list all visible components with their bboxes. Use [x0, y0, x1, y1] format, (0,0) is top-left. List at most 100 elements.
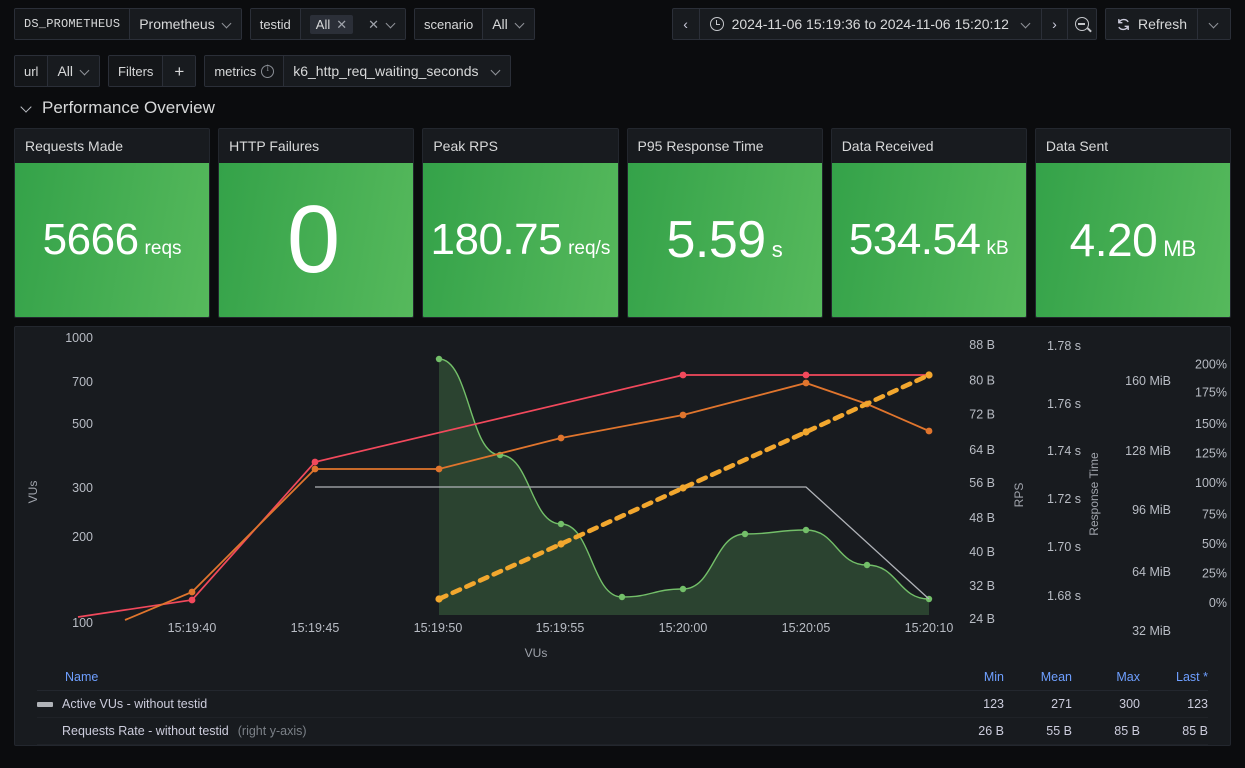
x-axis-tick: 15:20:00: [659, 621, 708, 635]
refresh-control[interactable]: Refresh: [1104, 8, 1231, 40]
y-axis-label-rps: RPS: [1012, 483, 1026, 508]
data-point-response-time: [863, 561, 871, 569]
y-axis-tick-percent: 175%: [1195, 386, 1227, 400]
datasource-variable-label: DS_PROMETHEUS: [15, 9, 131, 39]
url-variable-label: url: [15, 56, 49, 86]
scenario-variable-value[interactable]: All: [483, 9, 534, 39]
stat-panel-p95-response-time[interactable]: P95 Response Time 5.59 s: [626, 128, 823, 318]
metrics-variable-text: k6_http_req_waiting_seconds: [293, 63, 479, 79]
legend-mean-cell: 271: [1004, 690, 1072, 718]
legend-series-name-cell[interactable]: Requests Rate - without testid (right y-…: [37, 717, 936, 745]
legend-col-max[interactable]: Max: [1072, 666, 1140, 691]
x-axis-tick: 15:20:10: [905, 621, 954, 635]
data-point-orange: [311, 465, 319, 473]
row-header-performance-overview[interactable]: Performance Overview: [0, 92, 1245, 128]
stat-panel-data-received[interactable]: Data Received 534.54 kB: [830, 128, 1027, 318]
testid-selected-pill[interactable]: All ✕: [309, 14, 354, 34]
metrics-variable[interactable]: metrics k6_http_req_waiting_seconds: [204, 55, 512, 87]
stat-panel-peak-rps[interactable]: Peak RPS 180.75 req/s: [422, 128, 619, 318]
datasource-variable[interactable]: DS_PROMETHEUS Prometheus: [14, 8, 242, 40]
legend-col-mean[interactable]: Mean: [1004, 666, 1072, 691]
stat-panel-data-sent[interactable]: Data Sent 4.20 MB: [1034, 128, 1232, 318]
stat-value: 5666 reqs: [43, 218, 182, 262]
y-axis-tick-percent: 25%: [1202, 567, 1227, 581]
testid-variable-value[interactable]: All ✕ ✕: [300, 9, 406, 39]
scenario-variable[interactable]: scenario All: [414, 8, 535, 40]
legend-col-min[interactable]: Min: [936, 666, 1004, 691]
time-range-picker[interactable]: ‹ 2024-11-06 15:19:36 to 2024-11-06 15:2…: [671, 8, 1097, 40]
time-controls: ‹ 2024-11-06 15:19:36 to 2024-11-06 15:2…: [671, 8, 1231, 40]
url-variable[interactable]: url All: [14, 55, 101, 87]
url-variable-value[interactable]: All: [48, 56, 100, 86]
y-axis-tick-rps: 1.76 s: [1047, 397, 1081, 411]
clear-all-icon[interactable]: ✕: [368, 18, 379, 31]
datasource-variable-value[interactable]: Prometheus: [130, 9, 241, 39]
filters-variable[interactable]: Filters +: [108, 55, 197, 87]
y-axis-tick-left: 300: [72, 481, 93, 495]
legend-table: Name Min Mean Max Last * Active VUs - wi…: [37, 666, 1208, 745]
stat-value: 5.59 s: [666, 214, 782, 266]
y-axis-tick-left: 1000: [65, 331, 93, 345]
time-shift-back-button[interactable]: ‹: [673, 9, 699, 39]
legend-col-last[interactable]: Last *: [1140, 666, 1208, 691]
legend-series-label: Requests Rate - without testid: [62, 724, 229, 738]
data-point-pink: [679, 371, 687, 379]
panel-legend: Name Min Mean Max Last * Active VUs - wi…: [15, 666, 1230, 745]
stat-value-area: 0: [219, 163, 414, 317]
data-point-requests-rate: [679, 484, 687, 492]
legend-col-name[interactable]: Name: [37, 666, 936, 691]
stat-value-area: 5666 reqs: [15, 163, 210, 317]
row-title: Performance Overview: [42, 98, 215, 117]
legend-color-swatch[interactable]: [37, 701, 53, 707]
testid-pill-text: All: [315, 16, 331, 32]
testid-variable[interactable]: testid All ✕ ✕: [249, 8, 407, 40]
stat-panel-requests-made[interactable]: Requests Made 5666 reqs: [14, 128, 211, 318]
legend-color-swatch[interactable]: [37, 729, 53, 734]
refresh-interval-dropdown[interactable]: [1197, 9, 1230, 39]
legend-series-name-cell[interactable]: Active VUs - without testid: [37, 690, 936, 718]
metrics-variable-value[interactable]: k6_http_req_waiting_seconds: [284, 56, 511, 86]
time-range-button[interactable]: 2024-11-06 15:19:36 to 2024-11-06 15:20:…: [698, 9, 1041, 39]
data-point-requests-rate: [557, 540, 565, 548]
add-filter-button[interactable]: +: [162, 56, 196, 86]
data-point-response-time: [741, 530, 749, 538]
y-axis-tick-percent: 100%: [1195, 476, 1227, 490]
url-variable-text: All: [57, 63, 74, 79]
table-row[interactable]: Requests Rate - without testid (right y-…: [37, 717, 1208, 745]
y-axis-tick-percent: 200%: [1195, 358, 1227, 372]
data-point-orange: [925, 427, 933, 435]
panel-title: Data Sent: [1045, 138, 1109, 154]
time-shift-forward-button[interactable]: ›: [1040, 9, 1067, 39]
y-axis-tick-bytes: 24 B: [969, 612, 995, 626]
refresh-button[interactable]: Refresh: [1106, 9, 1197, 39]
data-point-orange: [435, 465, 443, 473]
data-point-requests-rate: [925, 371, 933, 379]
stat-panel-row: Requests Made 5666 reqs HTTP Failures 0 …: [0, 128, 1245, 318]
y-axis-tick-percent: 150%: [1195, 417, 1227, 431]
chevron-down-icon: [1021, 19, 1031, 29]
legend-last-cell: 123: [1140, 690, 1208, 718]
datasource-variable-text: Prometheus: [139, 16, 215, 32]
y-axis-tick-percent: 0%: [1209, 596, 1227, 610]
data-point-response-time: [618, 593, 626, 601]
table-row[interactable]: Active VUs - without testid 123 271 300 123: [37, 690, 1208, 718]
close-icon[interactable]: ✕: [336, 18, 347, 31]
y-axis-tick-left: 100: [72, 616, 93, 630]
stat-panel-http-failures[interactable]: HTTP Failures 0: [218, 128, 415, 318]
y-axis-tick-bytes: 48 B: [969, 511, 995, 525]
y-axis-tick-bytes: 72 B: [969, 407, 995, 421]
timeseries-plot[interactable]: 1000 700 500 300 200 100 VUs 88 B 80 B 72 B 64 B 56…: [15, 327, 1230, 662]
zoom-out-button[interactable]: [1066, 9, 1096, 39]
metrics-variable-label: metrics: [205, 56, 285, 86]
stat-value: 534.54 kB: [849, 218, 1009, 262]
timeseries-panel[interactable]: 1000 700 500 300 200 100 VUs 88 B 80 B 72 B 64 B 56…: [14, 326, 1231, 746]
legend-axis-hint: (right y-axis): [237, 724, 307, 738]
data-point-response-time: [802, 526, 810, 534]
zoom-out-icon: [1074, 17, 1089, 31]
stat-value-area: 4.20 MB: [1035, 163, 1231, 317]
legend-mean-cell: 55 B: [1004, 717, 1072, 745]
panel-title: HTTP Failures: [229, 138, 320, 154]
stat-number: 180.75: [430, 215, 563, 264]
info-circle-icon[interactable]: [261, 63, 275, 78]
y-axis-tick-left: 500: [72, 417, 93, 431]
